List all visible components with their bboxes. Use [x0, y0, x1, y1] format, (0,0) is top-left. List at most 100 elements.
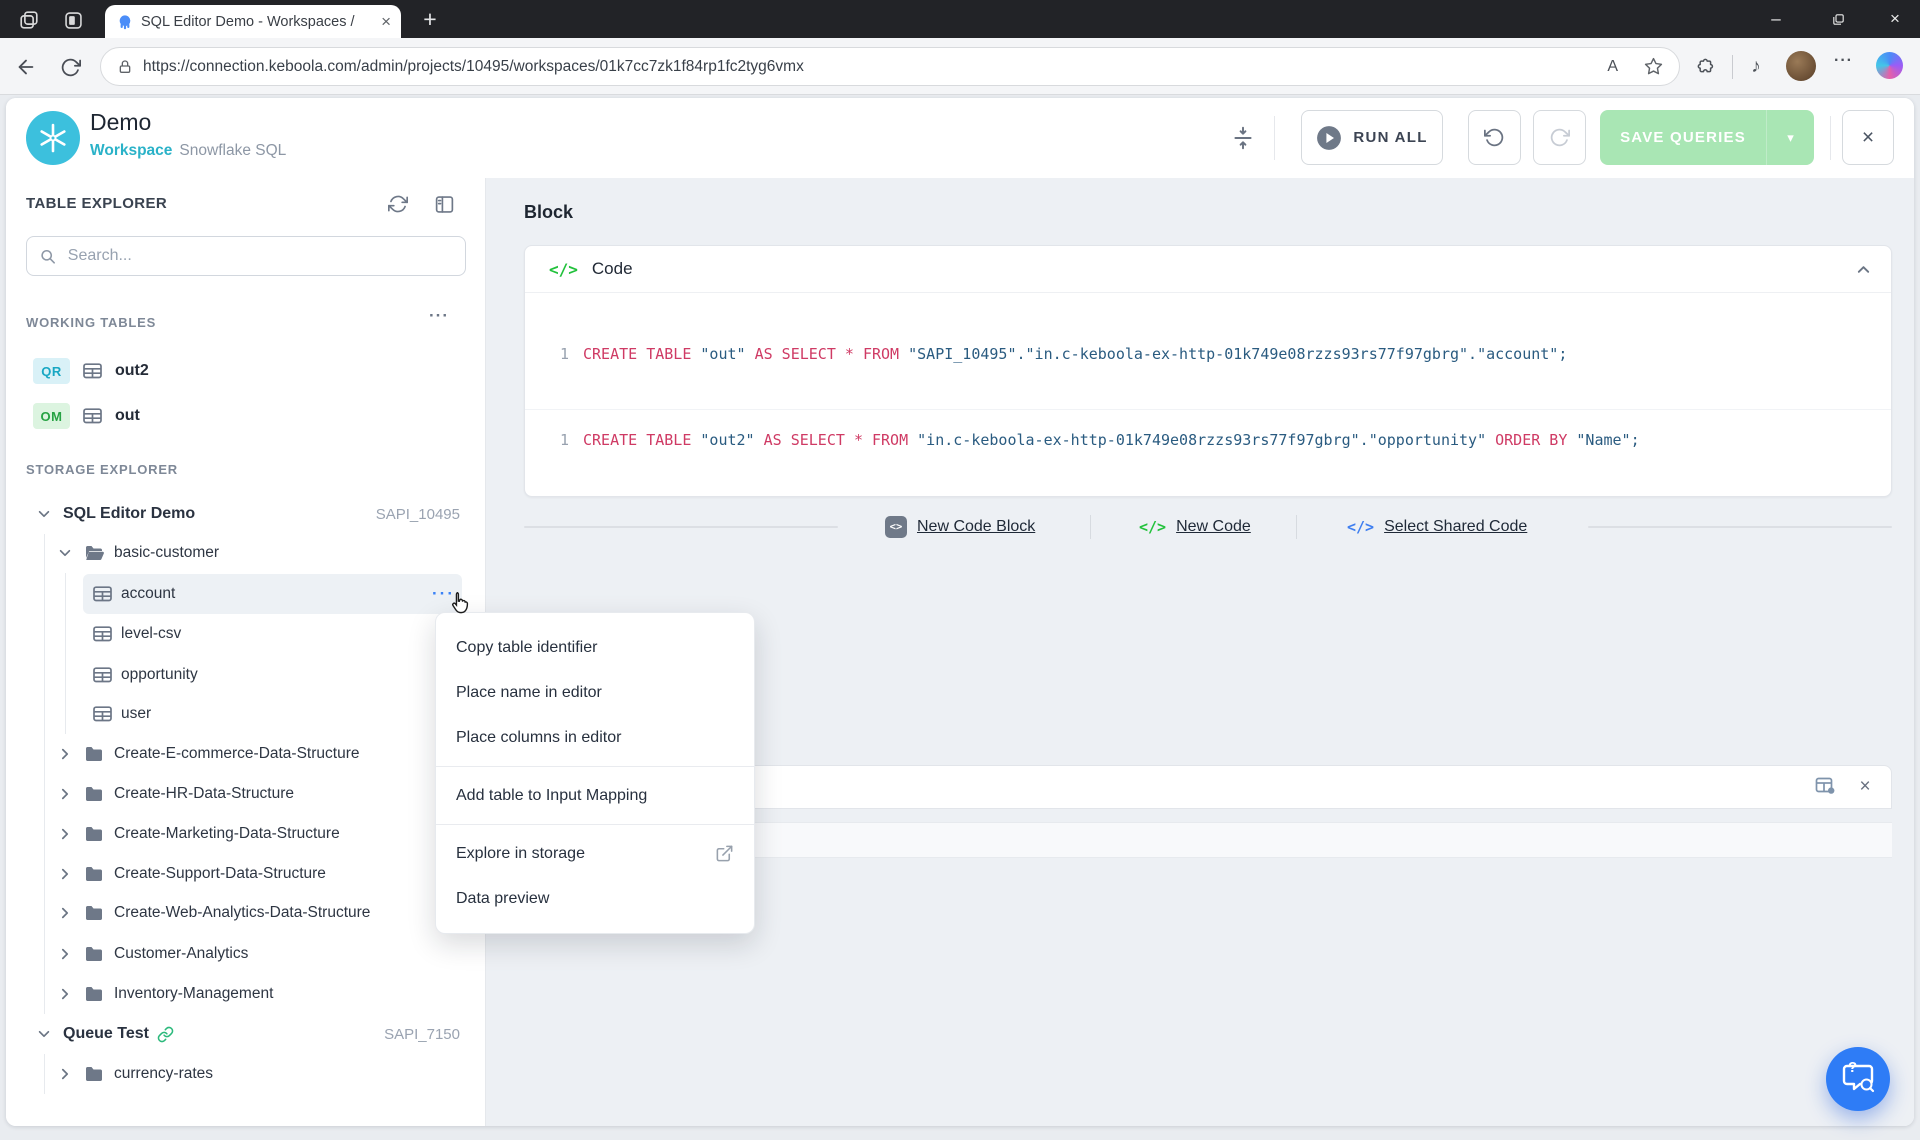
copilot-icon[interactable] — [1876, 52, 1903, 79]
folder-name: Inventory-Management — [114, 985, 273, 1003]
folder-icon — [84, 746, 104, 762]
folder-name: basic-customer — [114, 544, 219, 562]
chevron-up-icon[interactable] — [1856, 262, 1871, 277]
reload-icon[interactable] — [54, 51, 86, 83]
table-name: opportunity — [121, 666, 198, 684]
run-all-button[interactable]: RUN ALL — [1301, 110, 1443, 165]
resize-split-icon[interactable] — [1230, 125, 1256, 151]
search-input[interactable] — [66, 246, 452, 266]
search-box[interactable] — [26, 236, 466, 276]
header-divider — [1830, 116, 1831, 160]
undo-button[interactable] — [1468, 110, 1521, 165]
sql-editor-line[interactable]: 1 CREATE TABLE "out" AS SELECT * FROM "S… — [525, 342, 1891, 366]
sql-code: CREATE TABLE "out" AS SELECT * FROM "SAP… — [583, 345, 1567, 363]
editor-separator — [525, 409, 1891, 410]
new-code-button[interactable]: </> New Code — [1139, 515, 1251, 539]
close-workspace-button[interactable]: × — [1842, 110, 1894, 165]
url-text: https://connection.keboola.com/admin/pro… — [143, 58, 804, 76]
search-icon — [40, 248, 56, 265]
storage-explorer-title: STORAGE EXPLORER — [26, 462, 178, 477]
select-shared-code-button[interactable]: </> Select Shared Code — [1347, 515, 1527, 539]
window-minimize-button[interactable]: – — [1751, 0, 1801, 38]
tree-folder-collapsed[interactable]: Customer-Analytics — [6, 934, 485, 974]
redo-icon — [1549, 127, 1570, 148]
new-code-block-button[interactable]: <> New Code Block — [885, 515, 1035, 539]
refresh-icon[interactable] — [386, 192, 410, 216]
chevron-right-icon — [58, 1067, 72, 1081]
tree-folder-collapsed[interactable]: Create-E-commerce-Data-Structure — [6, 734, 485, 774]
tree-folder-collapsed[interactable]: Inventory-Management — [6, 974, 485, 1014]
lock-icon — [117, 59, 133, 75]
tree-project-sql-editor-demo[interactable]: SQL Editor Demo SAPI_10495 — [6, 494, 485, 534]
tree-project-queue-test[interactable]: Queue Test SAPI_7150 — [6, 1014, 485, 1054]
linked-project-icon — [157, 1026, 174, 1043]
new-tab-button[interactable]: + — [415, 4, 445, 34]
menu-item-add-table-to-input-mapping[interactable]: Add table to Input Mapping — [436, 773, 754, 818]
menu-item-copy-table-identifier[interactable]: Copy table identifier — [436, 625, 754, 670]
browser-menu-icon[interactable]: ··· — [1834, 52, 1853, 70]
tree-folder-currency-rates[interactable]: currency-rates — [6, 1054, 485, 1094]
save-queries-label: SAVE QUERIES — [1600, 110, 1766, 165]
table-info-icon[interactable] — [1815, 777, 1835, 795]
save-queries-button[interactable]: SAVE QUERIES ▾ — [1600, 110, 1814, 165]
folder-open-icon — [84, 545, 104, 561]
folder-name: currency-rates — [114, 1065, 213, 1083]
window-maximize-button[interactable] — [1813, 0, 1863, 38]
address-bar[interactable]: https://connection.keboola.com/admin/pro… — [100, 47, 1680, 86]
tab-actions-icon[interactable] — [16, 7, 42, 33]
snowflake-logo-icon — [26, 111, 80, 165]
tree-folder-collapsed[interactable]: Create-Marketing-Data-Structure — [6, 814, 485, 854]
preview-close-icon[interactable]: × — [1853, 775, 1877, 799]
tab-favicon-icon — [117, 14, 133, 30]
code-block-title: Code — [592, 259, 633, 279]
tree-table-level-csv[interactable]: level-csv — [6, 614, 485, 654]
working-table-row[interactable]: QR out2 — [33, 351, 465, 391]
extensions-icon[interactable] — [1692, 53, 1720, 81]
support-chat-button[interactable]: ? — [1826, 1047, 1890, 1111]
save-dropdown-caret[interactable]: ▾ — [1766, 110, 1814, 165]
folder-name: Create-HR-Data-Structure — [114, 785, 294, 803]
actions-rule-left — [524, 526, 838, 528]
collapse-panel-icon[interactable] — [432, 192, 456, 216]
profile-avatar[interactable] — [1786, 51, 1816, 81]
mouse-cursor-hand — [447, 590, 473, 618]
tree-folder-basic-customer[interactable]: basic-customer — [6, 533, 485, 573]
tree-folder-collapsed[interactable]: Create-Web-Analytics-Data-Structure — [6, 893, 485, 933]
chevron-right-icon — [58, 747, 72, 761]
menu-item-place-name-in-editor[interactable]: Place name in editor — [436, 670, 754, 715]
chevron-down-icon — [37, 507, 51, 521]
chat-bubble-icon — [1840, 1062, 1876, 1096]
project-tag: SAPI_7150 — [384, 1026, 460, 1043]
workspaces-icon[interactable] — [60, 7, 86, 33]
folder-icon — [84, 986, 104, 1002]
working-table-name: out2 — [115, 362, 149, 380]
code-block-card: </> Code 1 CREATE TABLE "out" AS SELECT … — [524, 245, 1892, 497]
browser-tab[interactable]: SQL Editor Demo - Workspaces / × — [105, 5, 401, 38]
window-close-button[interactable]: × — [1870, 0, 1920, 38]
tab-close-icon[interactable]: × — [381, 13, 391, 30]
menu-item-explore-in-storage[interactable]: Explore in storage — [436, 831, 754, 876]
tree-table-opportunity[interactable]: opportunity — [6, 655, 485, 695]
tree-folder-collapsed[interactable]: Create-HR-Data-Structure — [6, 774, 485, 814]
read-aloud-icon[interactable]: A — [1607, 58, 1618, 76]
project-tag: SAPI_10495 — [376, 506, 460, 523]
code-icon: </> — [549, 260, 578, 279]
menu-item-data-preview[interactable]: Data preview — [436, 876, 754, 921]
tree-table-account[interactable]: account ··· — [6, 574, 485, 614]
favorites-star-icon[interactable] — [1644, 57, 1663, 76]
working-table-row[interactable]: OM out — [33, 396, 465, 436]
folder-name: Create-E-commerce-Data-Structure — [114, 745, 359, 763]
chevron-right-icon — [58, 787, 72, 801]
redo-button[interactable] — [1533, 110, 1586, 165]
sql-editor-line[interactable]: 1 CREATE TABLE "out2" AS SELECT * FROM "… — [525, 428, 1891, 452]
workspace-type-link[interactable]: Workspace — [90, 142, 172, 159]
tree-table-user[interactable]: user — [6, 694, 485, 734]
tree-folder-collapsed[interactable]: Create-Support-Data-Structure — [6, 854, 485, 894]
working-tables-menu-icon[interactable]: ··· — [429, 306, 449, 326]
table-name: user — [121, 705, 151, 723]
workspace-subtitle: WorkspaceSnowflake SQL — [90, 142, 286, 160]
menu-item-place-columns-in-editor[interactable]: Place columns in editor — [436, 715, 754, 760]
media-controls-icon[interactable]: ♪ — [1742, 53, 1770, 81]
back-icon[interactable] — [10, 51, 42, 83]
code-block-header[interactable]: </> Code — [525, 246, 1891, 293]
